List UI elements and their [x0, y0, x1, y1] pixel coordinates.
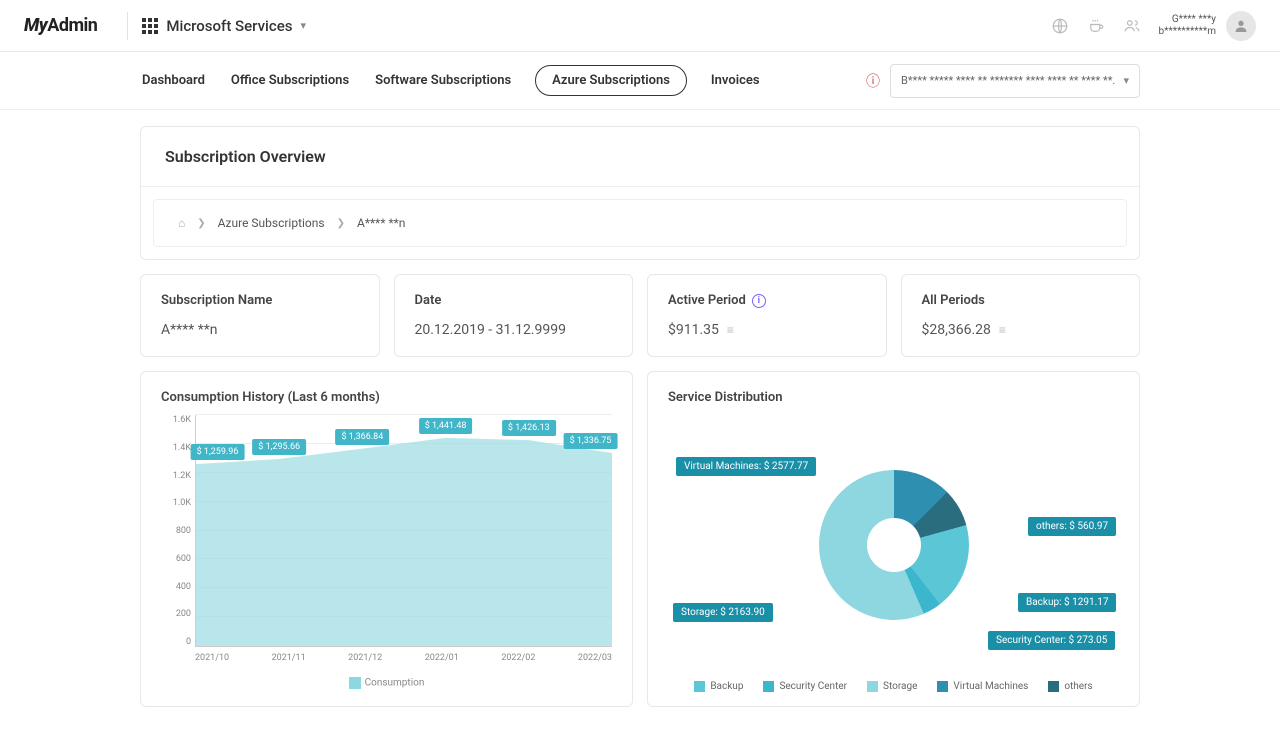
pie-label: others: $ 560.97 — [1028, 517, 1116, 536]
info-label: Subscription Name — [161, 293, 359, 308]
chart-service-distribution: Service Distribution Virtual Machines: $… — [647, 371, 1140, 707]
legend-item[interactable]: Backup — [694, 681, 743, 692]
divider — [127, 12, 128, 40]
pie-label: Backup: $ 1291.17 — [1018, 593, 1116, 612]
tab-dashboard[interactable]: Dashboard — [140, 65, 207, 96]
tabs: Dashboard Office Subscriptions Software Su… — [140, 65, 762, 96]
data-label: $ 1,441.48 — [419, 418, 473, 434]
breadcrumb-level1[interactable]: Azure Subscriptions — [218, 216, 325, 230]
info-value: A**** **n — [161, 322, 359, 338]
breadcrumb: ⌂ ❯ Azure Subscriptions ❯ A**** **n — [153, 199, 1127, 247]
chevron-right-icon: ❯ — [197, 218, 205, 229]
legend-item[interactable]: Virtual Machines — [937, 681, 1028, 692]
info-value: 20.12.2019 - 31.12.9999 — [415, 322, 613, 338]
data-label: $ 1,426.13 — [502, 420, 556, 436]
plot-area: $ 1,259.96$ 1,295.66$ 1,366.84$ 1,441.48… — [195, 415, 612, 647]
info-card-all-periods: All Periods $28,366.28 ≡ — [901, 274, 1141, 357]
user-name: G**** ***y — [1172, 14, 1216, 26]
breadcrumb-level2: A**** **n — [357, 216, 405, 230]
y-axis: 1.6K1.4K1.2K1.0K8006004002000 — [161, 415, 191, 647]
legend-item[interactable]: others — [1048, 681, 1092, 692]
chart-legend: Consumption — [161, 677, 612, 689]
service-selector[interactable]: Microsoft Services ▾ — [142, 17, 306, 35]
home-icon[interactable]: ⌂ — [178, 216, 185, 230]
alert-icon[interactable]: ⓘ — [866, 71, 880, 91]
chart-consumption-history: Consumption History (Last 6 months) 1.6K… — [140, 371, 633, 707]
subscription-filter-select[interactable]: B**** ***** **** ** ******* **** **** **… — [890, 64, 1140, 98]
avatar[interactable] — [1226, 11, 1256, 41]
data-label: $ 1,295.66 — [252, 439, 306, 455]
chevron-down-icon: ▾ — [300, 19, 306, 32]
chart-title: Service Distribution — [668, 390, 1119, 405]
info-label: Active Period i — [668, 293, 866, 308]
user-org: b**********m — [1159, 26, 1216, 38]
tab-invoices[interactable]: Invoices — [709, 65, 762, 96]
info-value: $911.35 — [668, 322, 719, 338]
coffee-icon[interactable] — [1087, 17, 1105, 35]
info-label: All Periods — [922, 293, 1120, 308]
service-selector-label: Microsoft Services — [166, 17, 292, 35]
info-card-subscription-name: Subscription Name A**** **n — [140, 274, 380, 357]
info-value: $28,366.28 — [922, 322, 991, 338]
info-tooltip-icon[interactable]: i — [752, 294, 766, 308]
tab-office-subscriptions[interactable]: Office Subscriptions — [229, 65, 351, 96]
subscription-filter-value: B**** ***** **** ** ******* **** **** **… — [901, 74, 1115, 87]
legend-item[interactable]: Security Center — [763, 681, 847, 692]
chart-legend: Backup Security Center Storage Virtual Mach… — [668, 681, 1119, 692]
donut-chart: Virtual Machines: $ 2577.77 others: $ 560… — [668, 415, 1119, 675]
info-card-active-period: Active Period i $911.35 ≡ — [647, 274, 887, 357]
globe-icon[interactable] — [1051, 17, 1069, 35]
list-icon[interactable]: ≡ — [727, 323, 732, 337]
page-title: Subscription Overview — [141, 127, 1139, 187]
chevron-right-icon: ❯ — [337, 218, 345, 229]
info-label: Date — [415, 293, 613, 308]
pie-label: Security Center: $ 273.05 — [988, 631, 1115, 650]
chevron-down-icon: ▾ — [1123, 74, 1129, 87]
data-label: $ 1,336.75 — [564, 433, 618, 449]
brand-logo[interactable]: MyAdmin — [24, 15, 97, 36]
pie-label: Storage: $ 2163.90 — [673, 603, 773, 622]
list-icon[interactable]: ≡ — [999, 323, 1004, 337]
chart-title: Consumption History (Last 6 months) — [161, 390, 612, 405]
pie-label: Virtual Machines: $ 2577.77 — [676, 457, 816, 476]
tab-azure-subscriptions[interactable]: Azure Subscriptions — [535, 65, 687, 96]
tab-software-subscriptions[interactable]: Software Subscriptions — [373, 65, 513, 96]
data-label: $ 1,259.96 — [191, 444, 245, 460]
user-menu[interactable]: G**** ***y b**********m — [1159, 11, 1256, 41]
x-axis: 2021/102021/112021/122022/012022/022022/… — [195, 647, 612, 675]
users-icon[interactable] — [1123, 17, 1141, 35]
legend-item[interactable]: Storage — [867, 681, 917, 692]
info-card-date: Date 20.12.2019 - 31.12.9999 — [394, 274, 634, 357]
apps-grid-icon — [142, 18, 158, 34]
data-label: $ 1,366.84 — [335, 429, 389, 445]
